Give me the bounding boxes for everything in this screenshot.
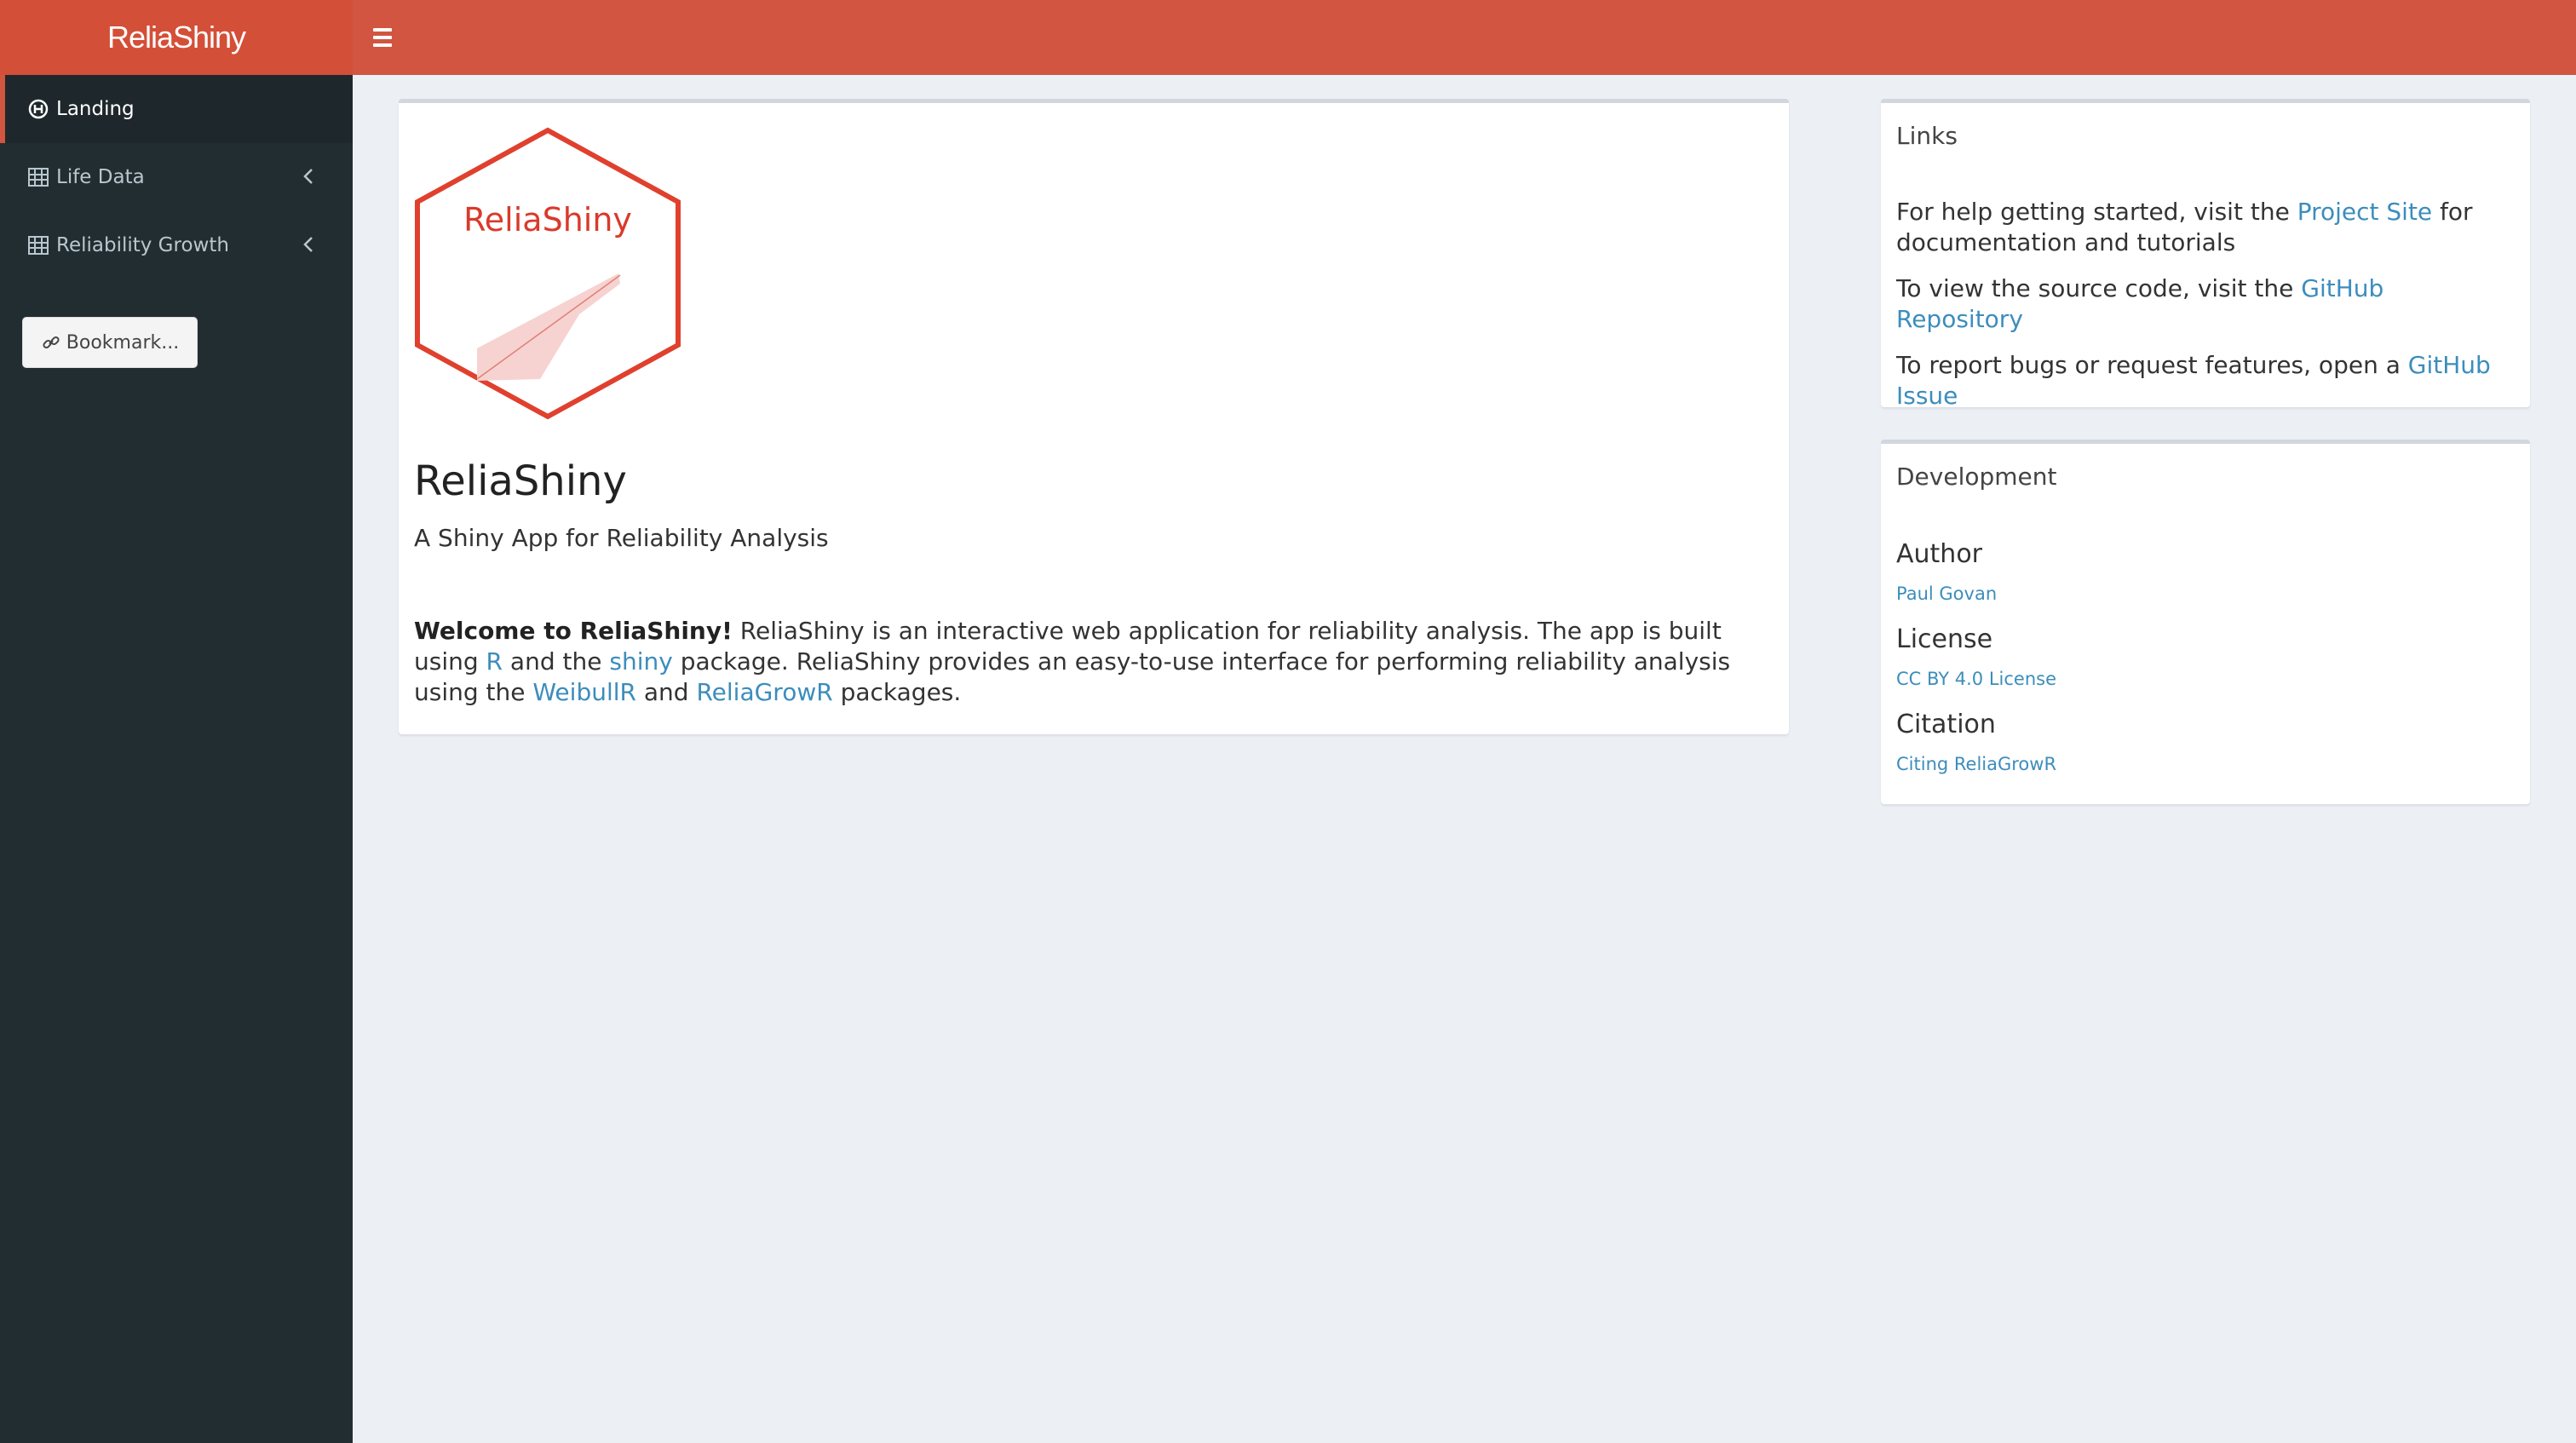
sidebar-item-reliability-growth[interactable]: Reliability Growth (0, 211, 353, 279)
link-text: For help getting started, visit the (1896, 198, 2297, 226)
welcome-box: ReliaShiny ReliaShiny A Shiny App for Re… (399, 99, 1789, 734)
link-icon (43, 336, 60, 349)
welcome-text: and the (503, 647, 610, 676)
link-paragraph: To view the source code, visit the GitHu… (1896, 273, 2510, 335)
sidebar-item-label: Reliability Growth (56, 234, 229, 256)
links-title: Links (1896, 122, 1958, 150)
sidebar-item-life-data[interactable]: Life Data (0, 143, 353, 211)
link-paragraph: For help getting started, visit the Proj… (1896, 197, 2510, 258)
table-icon (27, 234, 49, 256)
logo-text: ReliaShiny (463, 201, 632, 239)
page-subtitle: A Shiny App for Reliability Analysis (414, 524, 829, 552)
project-site-link[interactable]: Project Site (2297, 198, 2432, 226)
sidebar-item-landing[interactable]: Landing (0, 75, 353, 143)
bookmark-button[interactable]: Bookmark... (22, 317, 198, 368)
license-link[interactable]: CC BY 4.0 License (1896, 669, 2056, 689)
sidebar-item-label: Life Data (56, 166, 145, 188)
links-box: Links For help getting started, visit th… (1881, 99, 2530, 410)
chevron-left-icon (303, 237, 313, 252)
sidebar-toggle-icon[interactable] (373, 24, 399, 51)
link-text: To report bugs or request features, open… (1896, 351, 2408, 379)
r-link[interactable]: R (486, 647, 503, 676)
development-box: Development Author Paul Govan License CC… (1881, 440, 2530, 804)
link-text: To view the source code, visit the (1896, 274, 2302, 302)
license-label: License (1896, 624, 1993, 654)
shiny-link[interactable]: shiny (609, 647, 672, 676)
reliashiny-hex-logo: ReliaShiny (415, 127, 681, 420)
link-paragraph: To report bugs or request features, open… (1896, 350, 2510, 411)
welcome-text: and (635, 678, 697, 706)
landing-icon (27, 98, 49, 120)
bookmark-label: Bookmark... (66, 331, 180, 354)
chevron-left-icon (303, 169, 313, 184)
development-title: Development (1896, 463, 2057, 491)
author-label: Author (1896, 539, 1983, 569)
citation-label: Citation (1896, 710, 1996, 739)
sidebar-item-label: Landing (56, 98, 135, 120)
top-navbar: ReliaShiny (0, 0, 2576, 75)
welcome-text: packages. (832, 678, 962, 706)
citation-link[interactable]: Citing ReliaGrowR (1896, 754, 2056, 774)
table-icon (27, 166, 49, 188)
app-logo-text[interactable]: ReliaShiny (0, 0, 353, 75)
welcome-bold: Welcome to ReliaShiny! (414, 617, 733, 645)
page-title: ReliaShiny (414, 457, 627, 505)
sidebar: Landing Life Data Reliability Growth Boo… (0, 75, 353, 1443)
author-link[interactable]: Paul Govan (1896, 584, 1997, 604)
weibullr-link[interactable]: WeibullR (532, 678, 636, 706)
welcome-paragraph: Welcome to ReliaShiny! ReliaShiny is an … (414, 616, 1760, 708)
links-list: For help getting started, visit the Proj… (1896, 197, 2510, 427)
reliagrowr-link[interactable]: ReliaGrowR (696, 678, 832, 706)
